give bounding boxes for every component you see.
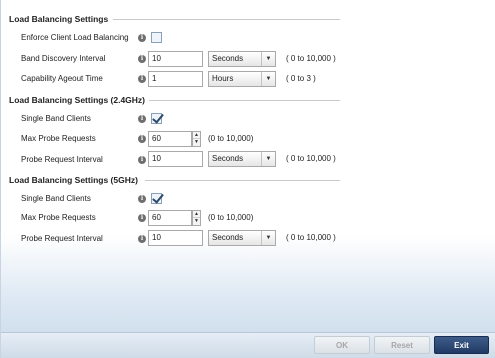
- chevron-down-icon: ▼: [261, 231, 275, 245]
- chevron-down-icon: ▼: [261, 152, 275, 166]
- probe-request-interval-2-4ghz-label: Probe Request Interval: [21, 155, 103, 164]
- info-icon[interactable]: i: [138, 115, 146, 123]
- max-probe-requests-2-4ghz-input[interactable]: 60: [148, 131, 192, 147]
- single-band-clients-5ghz-label: Single Band Clients: [21, 194, 91, 203]
- spin-down-icon[interactable]: ▼: [193, 218, 200, 225]
- info-icon[interactable]: i: [138, 214, 146, 222]
- info-icon[interactable]: i: [138, 156, 146, 164]
- probe-request-interval-5ghz-input[interactable]: 10: [148, 230, 203, 246]
- probe-request-interval-2-4ghz-unit-select[interactable]: Seconds ▼: [208, 151, 276, 167]
- enforce-client-load-balancing-label: Enforce Client Load Balancing: [21, 33, 129, 42]
- section-divider: [149, 100, 340, 101]
- single-band-clients-2-4ghz-label: Single Band Clients: [21, 114, 91, 123]
- max-probe-requests-2-4ghz-range: (0 to 10,000): [208, 134, 254, 143]
- single-band-clients-2-4ghz-checkbox[interactable]: [151, 113, 162, 124]
- info-icon[interactable]: i: [138, 235, 146, 243]
- section-divider: [113, 19, 340, 20]
- capability-ageout-time-unit-select[interactable]: Hours ▼: [208, 71, 276, 87]
- max-probe-requests-5ghz-range: (0 to 10,000): [208, 213, 254, 222]
- info-icon[interactable]: i: [138, 55, 146, 63]
- info-icon[interactable]: i: [138, 135, 146, 143]
- select-value: Seconds: [212, 233, 244, 242]
- max-probe-requests-5ghz-spinner[interactable]: ▲ ▼: [192, 210, 201, 226]
- probe-request-interval-5ghz-unit-select[interactable]: Seconds ▼: [208, 230, 276, 246]
- band-discovery-interval-label: Band Discovery Interval: [21, 54, 106, 63]
- exit-button[interactable]: Exit: [434, 336, 489, 354]
- capability-ageout-time-input[interactable]: 1: [148, 71, 203, 87]
- spin-up-icon[interactable]: ▲: [193, 132, 200, 139]
- section-title-load-balancing-2-4ghz: Load Balancing Settings (2.4GHz): [9, 95, 146, 105]
- chevron-down-icon: ▼: [261, 72, 275, 86]
- spin-up-icon[interactable]: ▲: [193, 211, 200, 218]
- section-divider: [145, 180, 340, 181]
- info-icon[interactable]: i: [138, 34, 146, 42]
- single-band-clients-5ghz-checkbox[interactable]: [151, 193, 162, 204]
- select-value: Hours: [212, 74, 234, 83]
- capability-ageout-time-label: Capability Ageout Time: [21, 74, 103, 83]
- probe-request-interval-5ghz-label: Probe Request Interval: [21, 234, 103, 243]
- max-probe-requests-5ghz-label: Max Probe Requests: [21, 213, 96, 222]
- select-value: Seconds: [212, 154, 244, 163]
- load-balancing-panel: Load Balancing Settings Enforce Client L…: [0, 0, 495, 358]
- band-discovery-interval-input[interactable]: 10: [148, 51, 203, 67]
- section-title-load-balancing-5ghz: Load Balancing Settings (5GHz): [9, 175, 138, 185]
- section-title-load-balancing: Load Balancing Settings: [9, 14, 109, 24]
- band-discovery-interval-unit-select[interactable]: Seconds ▼: [208, 51, 276, 67]
- spin-down-icon[interactable]: ▼: [193, 139, 200, 146]
- info-icon[interactable]: i: [138, 75, 146, 83]
- probe-request-interval-2-4ghz-input[interactable]: 10: [148, 151, 203, 167]
- max-probe-requests-5ghz-input[interactable]: 60: [148, 210, 192, 226]
- reset-button[interactable]: Reset: [374, 336, 430, 354]
- capability-ageout-time-range: ( 0 to 3 ): [286, 74, 316, 83]
- probe-request-interval-2-4ghz-range: ( 0 to 10,000 ): [286, 154, 336, 163]
- chevron-down-icon: ▼: [261, 52, 275, 66]
- select-value: Seconds: [212, 54, 244, 63]
- band-discovery-interval-range: ( 0 to 10,000 ): [286, 54, 336, 63]
- probe-request-interval-5ghz-range: ( 0 to 10,000 ): [286, 233, 336, 242]
- ok-button[interactable]: OK: [314, 336, 370, 354]
- enforce-client-load-balancing-checkbox[interactable]: [151, 32, 162, 43]
- max-probe-requests-2-4ghz-spinner[interactable]: ▲ ▼: [192, 131, 201, 147]
- info-icon[interactable]: i: [138, 195, 146, 203]
- max-probe-requests-2-4ghz-label: Max Probe Requests: [21, 134, 96, 143]
